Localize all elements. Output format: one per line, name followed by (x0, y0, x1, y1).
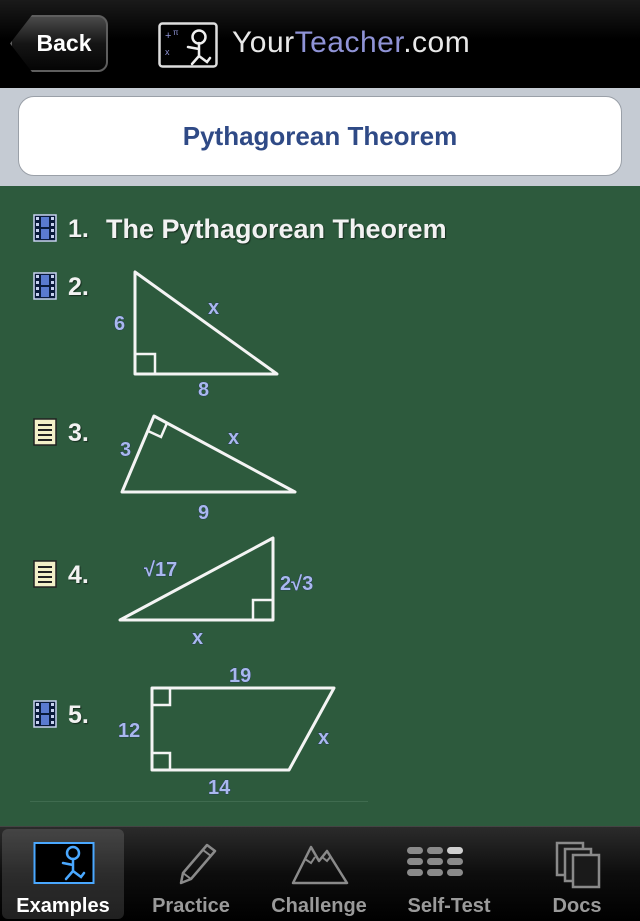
label-leg-vertical: 2√3 (280, 573, 313, 595)
label-bottom: 14 (208, 777, 231, 799)
stick-figure-icon (33, 842, 95, 884)
film-icon (33, 214, 57, 242)
brand-dotcom: .com (403, 26, 471, 59)
example-item-3[interactable]: 3. 3 x 9 (0, 410, 640, 526)
notes-icon (33, 560, 57, 588)
example-item-2[interactable]: 2. 6 x 8 (0, 266, 640, 401)
brand-teacher: Teacher (294, 26, 404, 59)
tab-label: Docs (552, 895, 602, 917)
notes-icon (33, 418, 57, 446)
documents-icon (555, 841, 601, 889)
examples-list: 1. The Pythagorean Theorem 2. 6 x 8 3. 3… (0, 186, 640, 826)
yourteacher-logo-icon: + π x (158, 22, 218, 68)
tab-label: Examples (16, 895, 110, 917)
example-number: 3. (68, 419, 89, 447)
example-number: 2. (68, 273, 89, 301)
film-icon (33, 272, 57, 300)
label-hypotenuse: x (228, 427, 239, 449)
brand-your: Your (232, 26, 295, 59)
mountain-icon (291, 845, 349, 885)
list-divider (30, 801, 368, 802)
tab-label: Practice (152, 895, 230, 917)
example-title: The Pythagorean Theorem (106, 214, 447, 244)
tab-practice[interactable]: Practice (130, 829, 252, 919)
label-leg-left: 3 (120, 439, 131, 461)
example-number: 4. (68, 561, 89, 589)
tab-examples[interactable]: Examples (2, 829, 124, 919)
trapezoid-figure: 19 12 x 14 (118, 665, 336, 799)
label-hypotenuse: x (208, 297, 219, 319)
tab-label: Challenge (271, 895, 367, 917)
label-left: 12 (118, 720, 140, 742)
title-band: Pythagorean Theorem (0, 88, 640, 186)
label-slant: x (318, 727, 329, 749)
label-top: 19 (229, 665, 251, 687)
right-triangle-figure: √17 2√3 x (118, 536, 314, 649)
top-navigation-bar: Back + π x YourTeacher.com (0, 0, 640, 89)
tab-challenge[interactable]: Challenge (258, 829, 380, 919)
svg-text:+: + (165, 30, 171, 42)
triangle-figure: 3 x 9 (120, 414, 297, 524)
example-number: 5. (68, 701, 89, 729)
example-item-5[interactable]: 5. 19 12 x 14 (0, 662, 640, 799)
example-number: 1. (68, 215, 89, 243)
label-base: 8 (198, 379, 209, 401)
back-button-label: Back (36, 30, 92, 56)
tab-docs[interactable]: Docs (516, 829, 638, 919)
svg-text:π: π (173, 28, 179, 37)
brand-name: YourTeacher.com (232, 26, 470, 60)
tab-self-test[interactable]: Self-Test (388, 829, 510, 919)
film-icon (33, 700, 57, 728)
label-leg-vertical: 6 (114, 313, 125, 335)
label-hypotenuse: √17 (144, 559, 177, 581)
example-item-1[interactable]: 1. The Pythagorean Theorem (0, 210, 640, 252)
label-base: 9 (198, 502, 209, 524)
svg-text:x: x (165, 47, 170, 57)
right-triangle-figure: 6 x 8 (114, 270, 279, 401)
label-base: x (192, 627, 203, 649)
example-item-4[interactable]: 4. √17 2√3 x (0, 536, 640, 658)
page-title: Pythagorean Theorem (18, 96, 622, 176)
tab-label: Self-Test (407, 895, 491, 917)
bottom-tab-bar: Examples Practice Challenge Self-Test Do… (0, 826, 640, 921)
back-button[interactable]: Back (10, 15, 108, 72)
pencil-icon (179, 843, 217, 885)
keypad-icon (407, 847, 463, 876)
